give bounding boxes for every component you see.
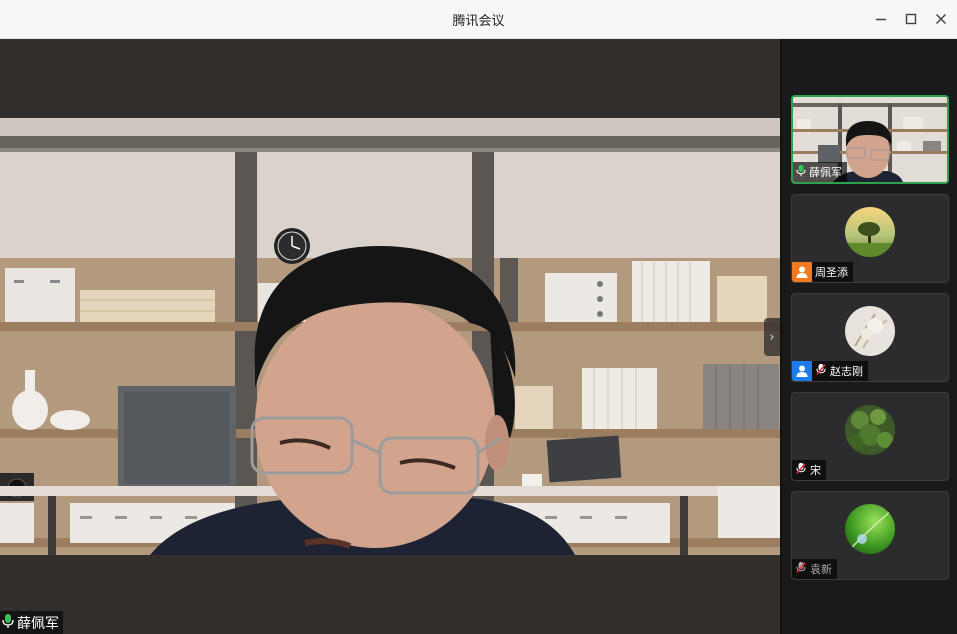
participant-tag: 赵志刚 xyxy=(792,361,868,381)
main-video-area[interactable]: › xyxy=(0,39,780,634)
participant-name: 袁新 xyxy=(810,563,832,576)
speaker-name: 薛佩军 xyxy=(17,615,59,632)
participant-tile-2[interactable]: 周圣添 xyxy=(791,194,949,283)
participant-tile-3[interactable]: 赵志刚 xyxy=(791,293,949,382)
cohost-user-icon xyxy=(792,361,812,381)
participant-tile-4[interactable]: 宋 xyxy=(791,392,949,481)
participant-tag: 宋 xyxy=(792,460,826,480)
chevron-right-icon: › xyxy=(769,329,775,345)
participant-label: 周圣添 xyxy=(812,262,853,282)
participant-name: 薛佩军 xyxy=(809,166,842,179)
participant-avatar xyxy=(845,207,895,257)
mic-on-icon xyxy=(796,164,806,180)
participant-tile-1[interactable]: 薛佩军 xyxy=(791,95,949,184)
participant-sidebar: 薛佩军 周圣添 赵志刚 宋 袁新 xyxy=(780,39,957,634)
participant-tag: 袁新 xyxy=(792,559,837,579)
participant-tile-5[interactable]: 袁新 xyxy=(791,491,949,580)
participant-tag: 周圣添 xyxy=(792,262,853,282)
participant-avatar xyxy=(845,405,895,455)
participant-label: 宋 xyxy=(792,460,826,480)
participant-label: 袁新 xyxy=(792,559,837,579)
minimize-icon[interactable] xyxy=(870,8,892,30)
mic-muted-icon xyxy=(795,561,807,577)
maximize-icon[interactable] xyxy=(900,8,922,30)
mic-on-icon xyxy=(2,613,14,633)
speaker-name-tag: 薛佩军 xyxy=(0,611,63,634)
participant-name: 赵志刚 xyxy=(830,365,863,378)
participant-avatar xyxy=(845,504,895,554)
participant-label: 赵志刚 xyxy=(812,361,868,381)
participant-tag: 薛佩军 xyxy=(793,162,847,182)
participant-avatar xyxy=(845,306,895,356)
title-bar: 腾讯会议 xyxy=(0,0,957,39)
participant-name: 宋 xyxy=(810,464,821,477)
participant-name: 周圣添 xyxy=(815,266,848,279)
next-page-arrow[interactable]: › xyxy=(764,318,780,356)
mic-muted-icon xyxy=(815,363,827,379)
window-title: 腾讯会议 xyxy=(452,14,505,29)
speaker-video xyxy=(0,118,780,555)
close-icon[interactable] xyxy=(930,8,952,30)
participant-label: 薛佩军 xyxy=(793,162,847,182)
host-user-icon xyxy=(792,262,812,282)
mic-muted-icon xyxy=(795,462,807,478)
